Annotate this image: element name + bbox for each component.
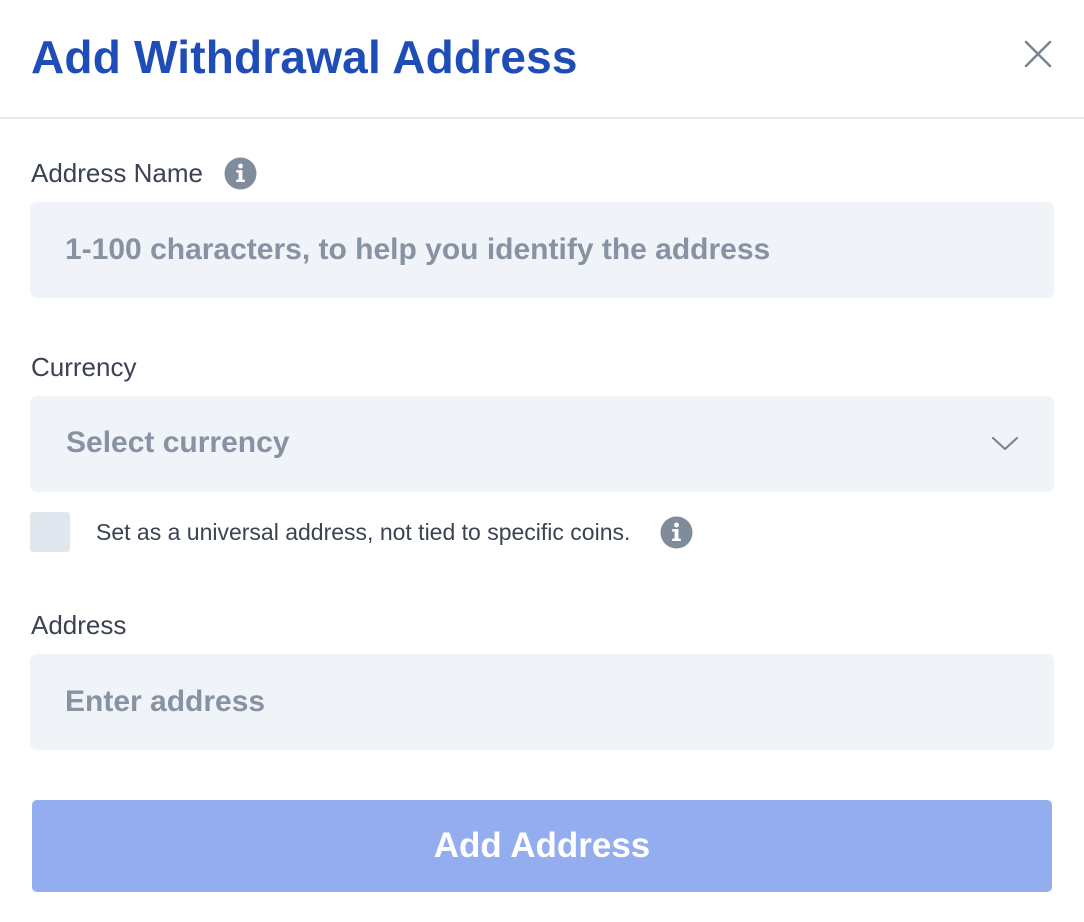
close-icon bbox=[1024, 40, 1052, 68]
dialog-header: Add Withdrawal Address bbox=[0, 0, 1084, 119]
address-name-label: Address Name bbox=[31, 158, 203, 188]
universal-address-label: Set as a universal address, not tied to … bbox=[96, 519, 631, 545]
add-withdrawal-address-dialog: Add Withdrawal Address Address Name Curr… bbox=[0, 0, 1084, 922]
currency-select[interactable]: Select currency bbox=[30, 396, 1054, 492]
close-button[interactable] bbox=[1018, 34, 1058, 74]
address-name-field bbox=[30, 202, 1054, 298]
address-input[interactable] bbox=[30, 654, 1054, 750]
address-label: Address bbox=[31, 610, 127, 640]
info-icon[interactable] bbox=[224, 157, 257, 190]
currency-selected-value: Select currency bbox=[66, 426, 290, 459]
add-address-button[interactable]: Add Address bbox=[32, 800, 1052, 892]
info-icon[interactable] bbox=[660, 516, 693, 549]
currency-label: Currency bbox=[31, 352, 137, 382]
universal-address-checkbox[interactable] bbox=[30, 512, 70, 552]
dialog-title: Add Withdrawal Address bbox=[31, 31, 578, 83]
chevron-down-icon bbox=[991, 436, 1019, 451]
address-name-input[interactable] bbox=[30, 202, 1054, 298]
address-field bbox=[30, 654, 1054, 750]
